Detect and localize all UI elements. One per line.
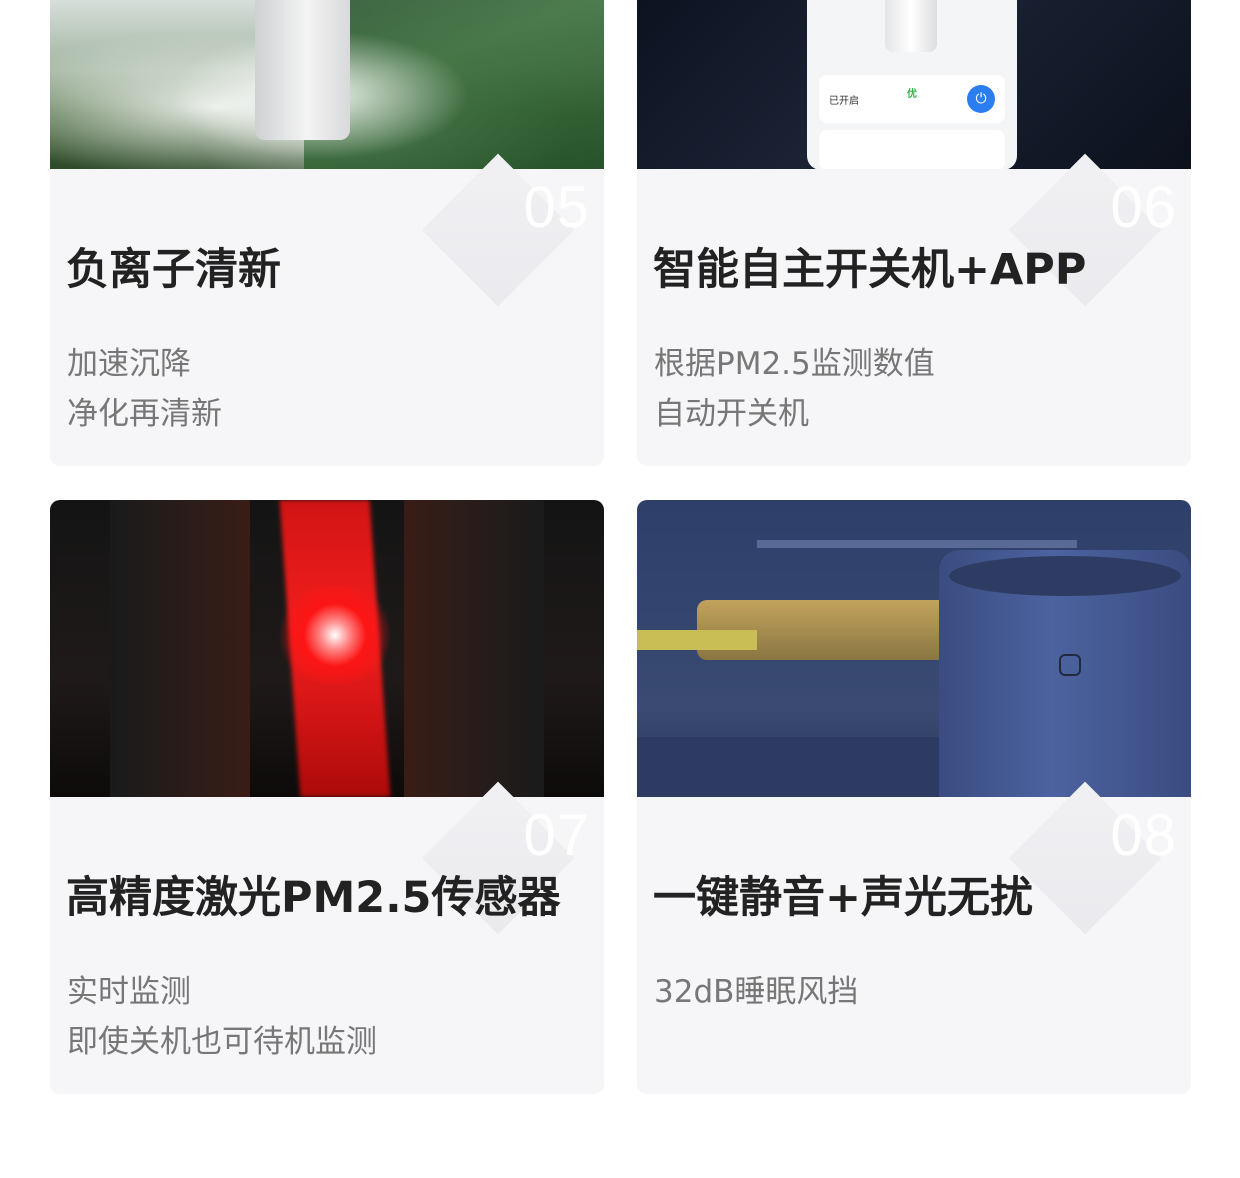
description-line: 即使关机也可待机监测	[67, 1024, 377, 1060]
description-line: 实时监测	[67, 974, 191, 1010]
feature-card-laser-sensor: 07 高精度激光PM2.5传感器 实时监测 即使关机也可待机监测	[50, 500, 604, 1094]
description-line: 加速沉降	[67, 346, 191, 382]
description-line: 自动开关机	[654, 396, 809, 432]
device-button-icon	[1059, 654, 1081, 676]
app-screen-image: 已开启 优 ⏻	[637, 0, 1191, 169]
description-line: 32dB睡眠风挡	[654, 974, 859, 1010]
laser-sensor-image	[50, 500, 604, 797]
forest-mist-image	[50, 0, 604, 169]
feature-card-smart-app: 已开启 优 ⏻ 06 智能自主开关机+APP 根据PM2.5监测数值 自动开关机	[637, 0, 1191, 466]
phone-mockup: 已开启 优 ⏻	[807, 0, 1017, 169]
feature-description: 加速沉降 净化再清新	[67, 339, 222, 439]
feature-number: 05	[523, 175, 590, 240]
night-bedroom-image	[637, 500, 1191, 797]
feature-number: 07	[523, 803, 590, 868]
feature-description: 实时监测 即使关机也可待机监测	[67, 967, 377, 1067]
feature-description: 32dB睡眠风挡	[654, 967, 858, 1017]
feature-number: 08	[1110, 803, 1177, 868]
feature-card-silent-mode: 08 一键静音+声光无扰 32dB睡眠风挡	[637, 500, 1191, 1094]
feature-number: 06	[1110, 175, 1177, 240]
app-status-label: 已开启	[829, 96, 859, 107]
power-icon: ⏻	[967, 85, 995, 113]
feature-title: 高精度激光PM2.5传感器	[66, 873, 561, 923]
app-quality-label: 优	[907, 89, 917, 100]
purifier-device	[939, 550, 1191, 797]
feature-title: 智能自主开关机+APP	[653, 245, 1087, 295]
feature-description: 根据PM2.5监测数值 自动开关机	[654, 339, 935, 439]
feature-title: 一键静音+声光无扰	[653, 873, 1034, 923]
feature-title: 负离子清新	[66, 245, 281, 295]
description-line: 根据PM2.5监测数值	[654, 346, 935, 382]
feature-card-negative-ion: 05 负离子清新 加速沉降 净化再清新	[50, 0, 604, 466]
description-line: 净化再清新	[67, 396, 222, 432]
